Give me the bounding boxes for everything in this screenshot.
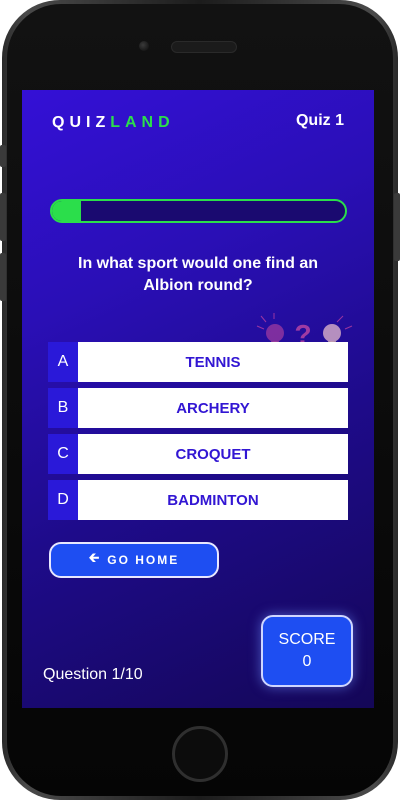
question-text: In what sport would one find an Albion r… <box>78 255 318 294</box>
phone-volume-down-button <box>0 253 6 301</box>
answer-option-a[interactable]: A TENNIS <box>48 342 348 382</box>
arrow-left-icon: 🡰 <box>88 550 102 565</box>
score-label: SCORE <box>278 631 336 648</box>
answer-letter: D <box>48 480 78 520</box>
go-home-label: GO HOME <box>107 553 180 567</box>
logo-part-land: LAND <box>110 114 175 131</box>
quiz-title: Quiz 1 <box>295 112 344 129</box>
phone-volume-up-button <box>0 193 6 241</box>
answer-option-c[interactable]: C CROQUET <box>48 434 348 474</box>
answer-option-d[interactable]: D BADMINTON <box>48 480 348 520</box>
phone-home-button[interactable] <box>172 726 228 782</box>
answer-letter: B <box>48 388 78 428</box>
score-value: 0 <box>302 653 312 670</box>
app-logo: QUIZLAND <box>52 114 175 132</box>
phone-power-button <box>394 193 400 261</box>
phone-side-button <box>0 145 6 167</box>
answer-option-b[interactable]: B ARCHERY <box>48 388 348 428</box>
answer-letter: C <box>48 434 78 474</box>
progress-bar <box>50 199 347 223</box>
question-counter: Question 1/10 <box>43 666 143 683</box>
go-home-button[interactable]: 🡰 GO HOME <box>49 542 219 578</box>
quiz-screen: QUIZLAND Quiz 1 In what sport would one … <box>22 90 374 708</box>
camera-icon <box>139 41 149 51</box>
answer-text: TENNIS <box>78 342 348 382</box>
answer-text: ARCHERY <box>78 388 348 428</box>
progress-fill <box>52 201 82 221</box>
speaker-grille <box>171 41 237 53</box>
answer-letter: A <box>48 342 78 382</box>
answer-text: BADMINTON <box>78 480 348 520</box>
logo-part-quiz: QUIZ <box>52 114 111 131</box>
score-badge: SCORE 0 <box>261 615 353 687</box>
answer-text: CROQUET <box>78 434 348 474</box>
